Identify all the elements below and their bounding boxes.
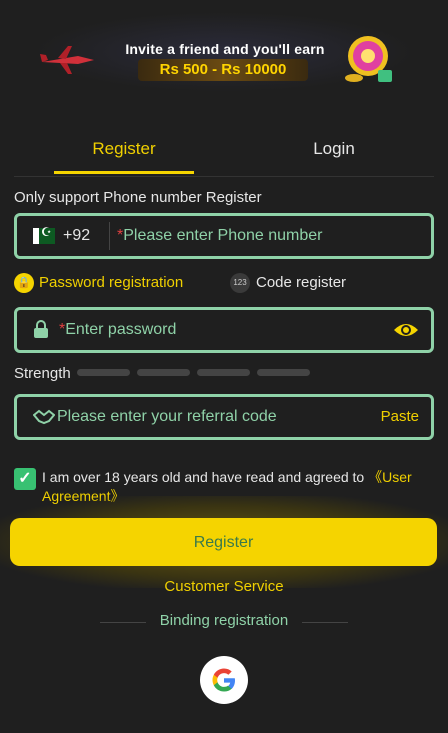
phone-placeholder: Please enter Phone number (123, 227, 323, 244)
eye-icon[interactable] (393, 320, 419, 340)
registration-mode-row: 🔒 Password registration 123 Code registe… (14, 272, 434, 294)
password-field[interactable]: *Enter password (14, 307, 434, 353)
country-code-selector[interactable]: +92 (63, 227, 90, 245)
binding-registration-label: Binding registration (159, 612, 289, 629)
banner-title: Invite a friend and you'll earn (125, 41, 325, 57)
lock-badge-icon: 🔒 (14, 273, 34, 293)
google-login-button[interactable] (200, 656, 248, 704)
field-divider (109, 222, 110, 250)
prize-wheel-icon (345, 36, 392, 82)
tab-login[interactable]: Login (264, 128, 404, 174)
customer-service-link[interactable]: Customer Service (0, 578, 448, 595)
promo-banner[interactable]: Invite a friend and you'll earn Rs 500 -… (0, 0, 448, 110)
google-icon (212, 668, 235, 692)
support-note: Only support Phone number Register (14, 189, 262, 206)
referral-field[interactable]: Please enter your referral code Paste (14, 394, 434, 440)
auth-tabs: Register Login (14, 128, 434, 177)
lock-icon (34, 320, 48, 338)
phone-field[interactable]: +92 *Please enter Phone number (14, 213, 434, 259)
strength-label: Strength (14, 365, 71, 382)
agreement-label: I am over 18 years old and have read and… (42, 469, 369, 485)
password-registration-option[interactable]: Password registration (39, 274, 183, 291)
binding-registration-section: Binding registration (100, 612, 348, 632)
banner-amount: Rs 500 - Rs 10000 (138, 59, 308, 81)
strength-bar (137, 369, 190, 376)
paste-button[interactable]: Paste (381, 408, 419, 425)
pakistan-flag-icon (33, 225, 55, 244)
register-button[interactable]: Register (10, 518, 437, 566)
handshake-icon (33, 409, 55, 425)
password-placeholder: Enter password (65, 321, 177, 338)
strength-bar (257, 369, 310, 376)
password-input[interactable]: *Enter password (59, 321, 176, 339)
code-register-option[interactable]: Code register (256, 274, 346, 291)
tab-register[interactable]: Register (54, 128, 194, 174)
phone-input[interactable]: *Please enter Phone number (117, 227, 322, 245)
referral-input[interactable]: Please enter your referral code (57, 408, 277, 426)
numeric-code-icon: 123 (230, 273, 250, 293)
agreement-checkbox[interactable]: ✓ (14, 468, 36, 490)
airplane-icon (40, 46, 94, 74)
strength-bar (197, 369, 250, 376)
strength-bar (77, 369, 130, 376)
